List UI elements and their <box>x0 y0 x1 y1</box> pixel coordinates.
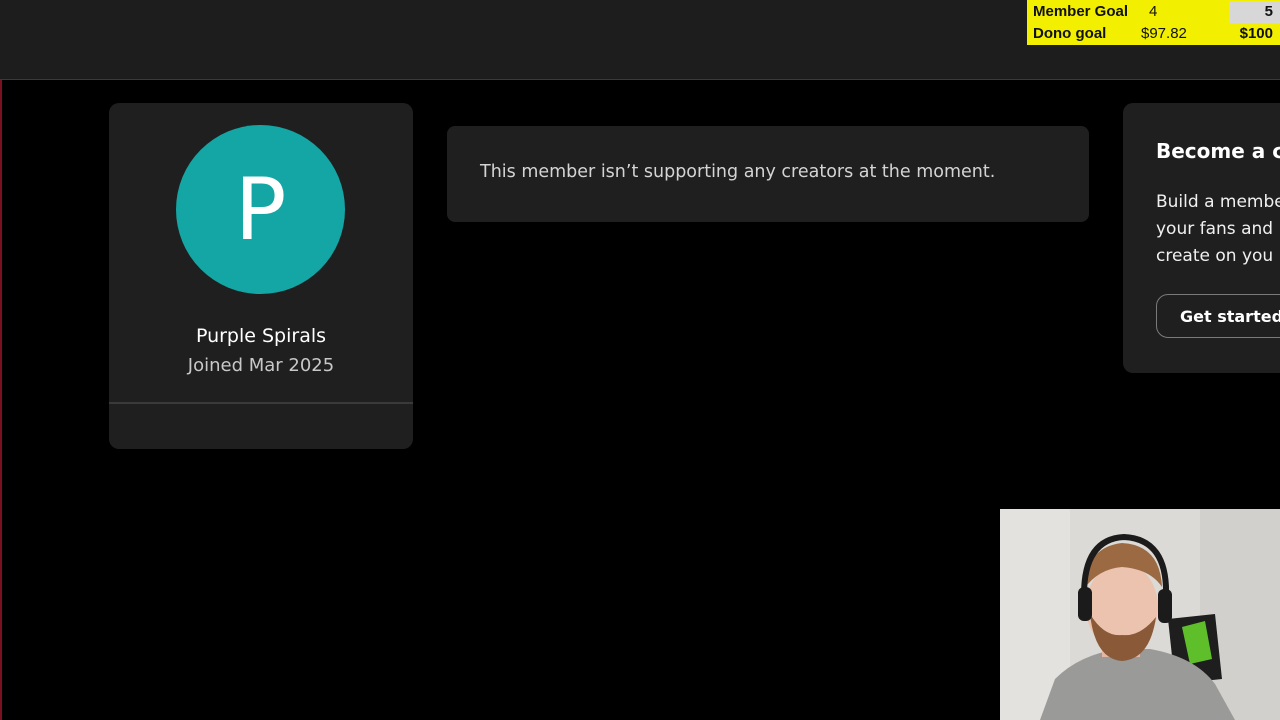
member-goal-target: 5 <box>1264 3 1273 20</box>
become-creator-line: Build a membe <box>1156 192 1280 212</box>
member-goal-label: Member Goal <box>1033 3 1129 20</box>
window-edge <box>0 0 2 720</box>
get-started-button[interactable]: Get started <box>1156 294 1280 338</box>
dono-goal-label: Dono goal <box>1033 25 1107 42</box>
dono-goal-current: $97.82 <box>1141 25 1187 42</box>
avatar[interactable]: P <box>176 125 345 294</box>
become-creator-card: Become a cr Build a membe your fans and … <box>1123 103 1280 373</box>
profile-joined-date: Joined Mar 2025 <box>187 355 335 376</box>
profile-card: P Purple Spirals Joined Mar 2025 <box>109 103 413 449</box>
become-creator-line: your fans and <box>1156 219 1274 239</box>
webcam-overlay <box>1000 509 1280 720</box>
dono-goal-row: Dono goal $97.82 $100 <box>1027 23 1280 45</box>
stream-goals-overlay: Member Goal 4 5 Dono goal $97.82 $100 <box>1027 0 1280 45</box>
become-creator-description: Build a membe your fans and create on yo… <box>1156 189 1280 270</box>
member-goal-row: Member Goal 4 5 <box>1027 1 1280 23</box>
empty-memberships-message: This member isn’t supporting any creator… <box>480 162 996 182</box>
become-creator-title: Become a cr <box>1156 139 1280 163</box>
webcam-image <box>1000 509 1280 720</box>
profile-name: Purple Spirals <box>195 325 327 347</box>
profile-divider <box>109 402 413 404</box>
dono-goal-target: $100 <box>1239 25 1273 42</box>
become-creator-line: create on you <box>1156 246 1274 266</box>
member-goal-current: 4 <box>1149 3 1158 20</box>
memberships-empty-card: This member isn’t supporting any creator… <box>447 126 1089 222</box>
